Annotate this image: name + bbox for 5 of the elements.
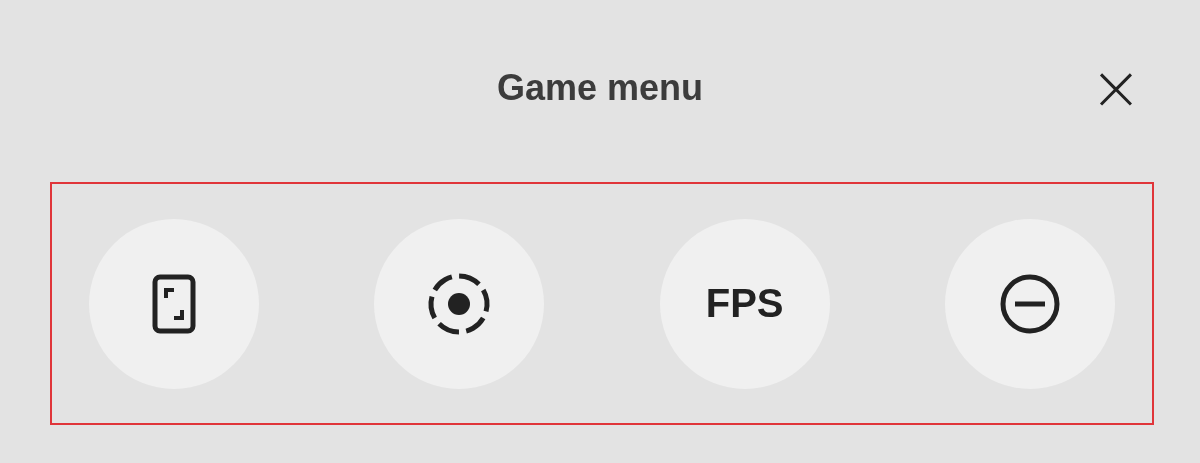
minus-circle-icon: [999, 272, 1061, 335]
menu-title: Game menu: [496, 67, 704, 109]
phone-icon: [152, 273, 196, 334]
fps-button[interactable]: FPS: [659, 218, 830, 389]
close-button[interactable]: ×: [1084, 57, 1148, 119]
